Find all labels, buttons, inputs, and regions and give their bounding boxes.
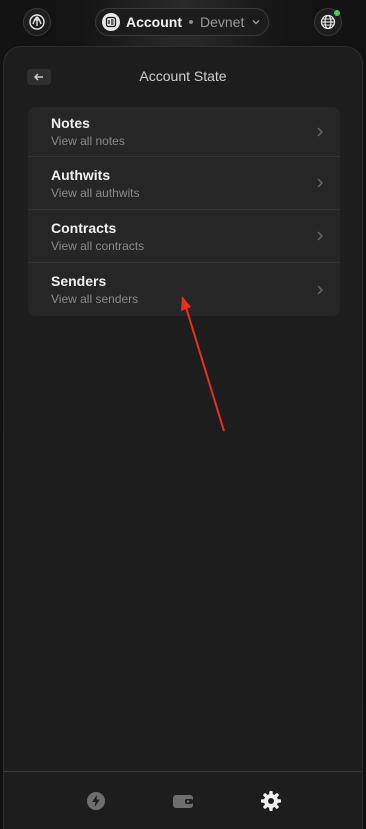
menu-item-subtitle: View all senders bbox=[51, 292, 139, 306]
menu-item-contracts[interactable]: Contracts View all contracts bbox=[28, 210, 340, 263]
account-state-menu: Notes View all notes Authwits View all a… bbox=[28, 107, 340, 316]
chevron-right-icon bbox=[316, 126, 324, 138]
menu-item-title: Notes bbox=[51, 115, 90, 131]
menu-item-senders[interactable]: Senders View all senders bbox=[28, 263, 340, 316]
account-state-panel: Account State Notes View all notes Authw… bbox=[3, 46, 363, 829]
menu-item-subtitle: View all notes bbox=[51, 134, 125, 148]
account-avatar-icon bbox=[102, 13, 120, 31]
chevron-right-icon bbox=[316, 230, 324, 242]
network-name: Devnet bbox=[200, 14, 245, 30]
chevron-right-icon bbox=[316, 284, 324, 296]
bottom-nav bbox=[4, 771, 362, 829]
chevron-right-icon bbox=[316, 177, 324, 189]
menu-item-title: Contracts bbox=[51, 220, 117, 236]
chevron-down-icon bbox=[251, 17, 261, 27]
nav-activity-button[interactable] bbox=[85, 790, 107, 812]
globe-icon bbox=[320, 14, 336, 30]
menu-item-subtitle: View all contracts bbox=[51, 239, 145, 253]
logo-button[interactable] bbox=[23, 8, 51, 36]
wallet-icon bbox=[173, 795, 193, 808]
menu-item-title: Senders bbox=[51, 273, 107, 289]
account-selector[interactable]: Account Devnet bbox=[95, 8, 269, 36]
nav-wallet-button[interactable] bbox=[172, 790, 194, 812]
menu-item-subtitle: View all authwits bbox=[51, 186, 140, 200]
network-button[interactable] bbox=[314, 8, 342, 36]
menu-item-title: Authwits bbox=[51, 167, 111, 183]
aztec-logo-icon bbox=[29, 14, 45, 30]
menu-item-notes[interactable]: Notes View all notes bbox=[28, 107, 340, 157]
connection-status-dot bbox=[334, 10, 340, 16]
app-root: Account Devnet Account State Notes View … bbox=[0, 0, 366, 829]
lightning-icon bbox=[87, 792, 105, 810]
account-name: Account bbox=[126, 14, 182, 30]
top-bar: Account Devnet bbox=[0, 0, 366, 46]
nav-settings-button[interactable] bbox=[260, 790, 282, 812]
menu-item-authwits[interactable]: Authwits View all authwits bbox=[28, 157, 340, 210]
separator-dot bbox=[189, 20, 193, 24]
page-title: Account State bbox=[139, 68, 227, 84]
gear-icon bbox=[261, 791, 281, 811]
